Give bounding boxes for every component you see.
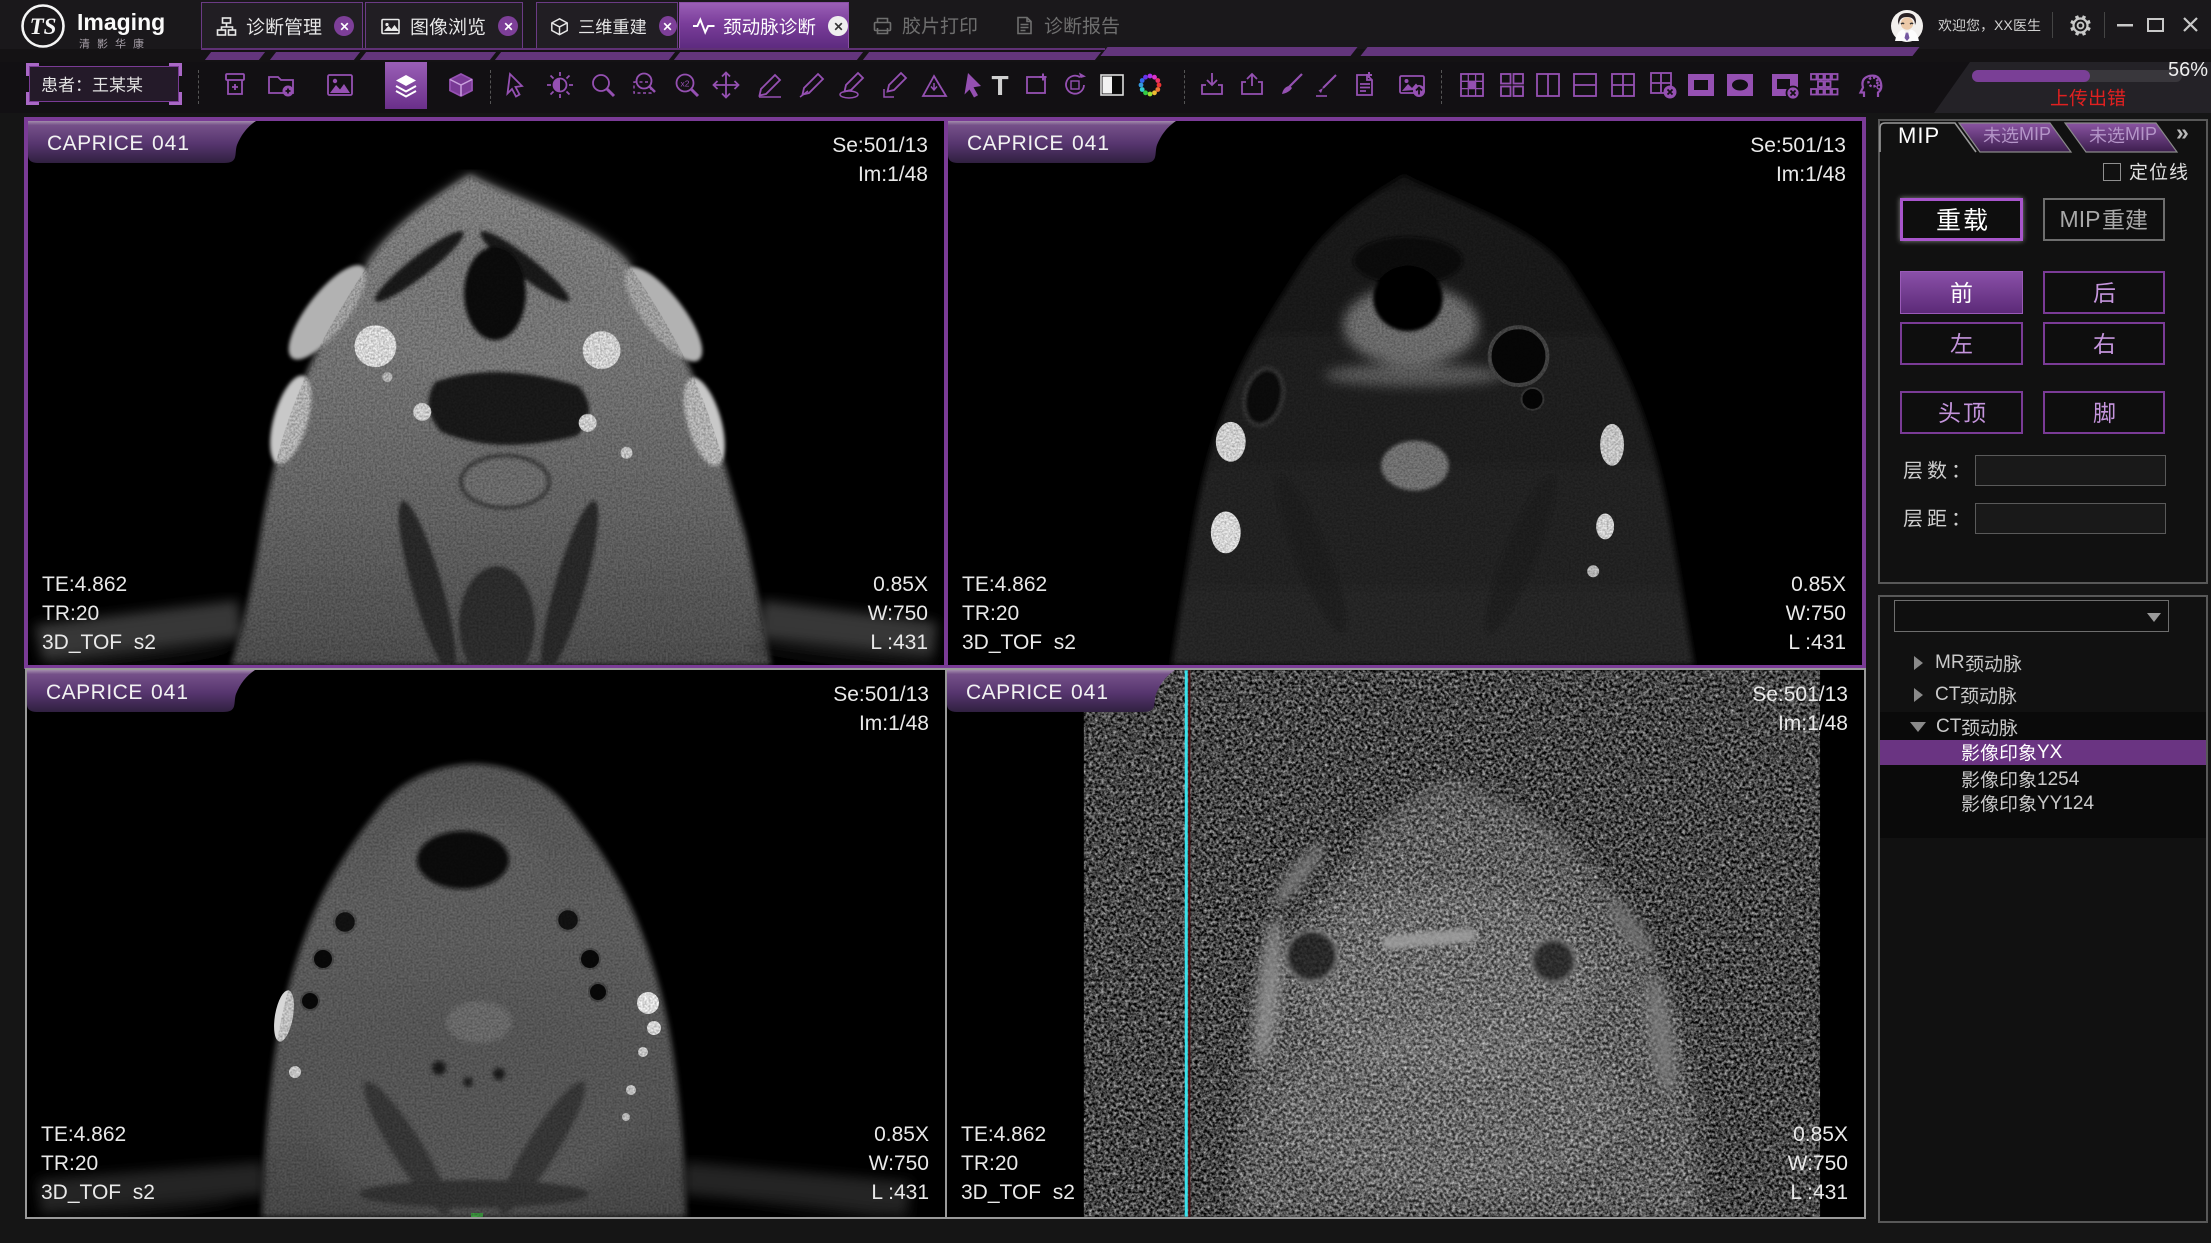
svg-text:CAPRICE: CAPRICE xyxy=(966,681,1063,704)
svg-text:041: 041 xyxy=(1072,132,1110,155)
svg-text:041: 041 xyxy=(1071,681,1109,704)
svg-text:041: 041 xyxy=(151,681,189,704)
svg-text:CAPRICE: CAPRICE xyxy=(967,132,1064,155)
svg-text:T: T xyxy=(991,70,1008,100)
svg-text:CAPRICE: CAPRICE xyxy=(47,132,144,155)
svg-text:x2: x2 xyxy=(681,79,690,89)
svg-text:CAPRICE: CAPRICE xyxy=(46,681,143,704)
svg-text:TS: TS xyxy=(30,14,57,39)
svg-text:041: 041 xyxy=(152,132,190,155)
